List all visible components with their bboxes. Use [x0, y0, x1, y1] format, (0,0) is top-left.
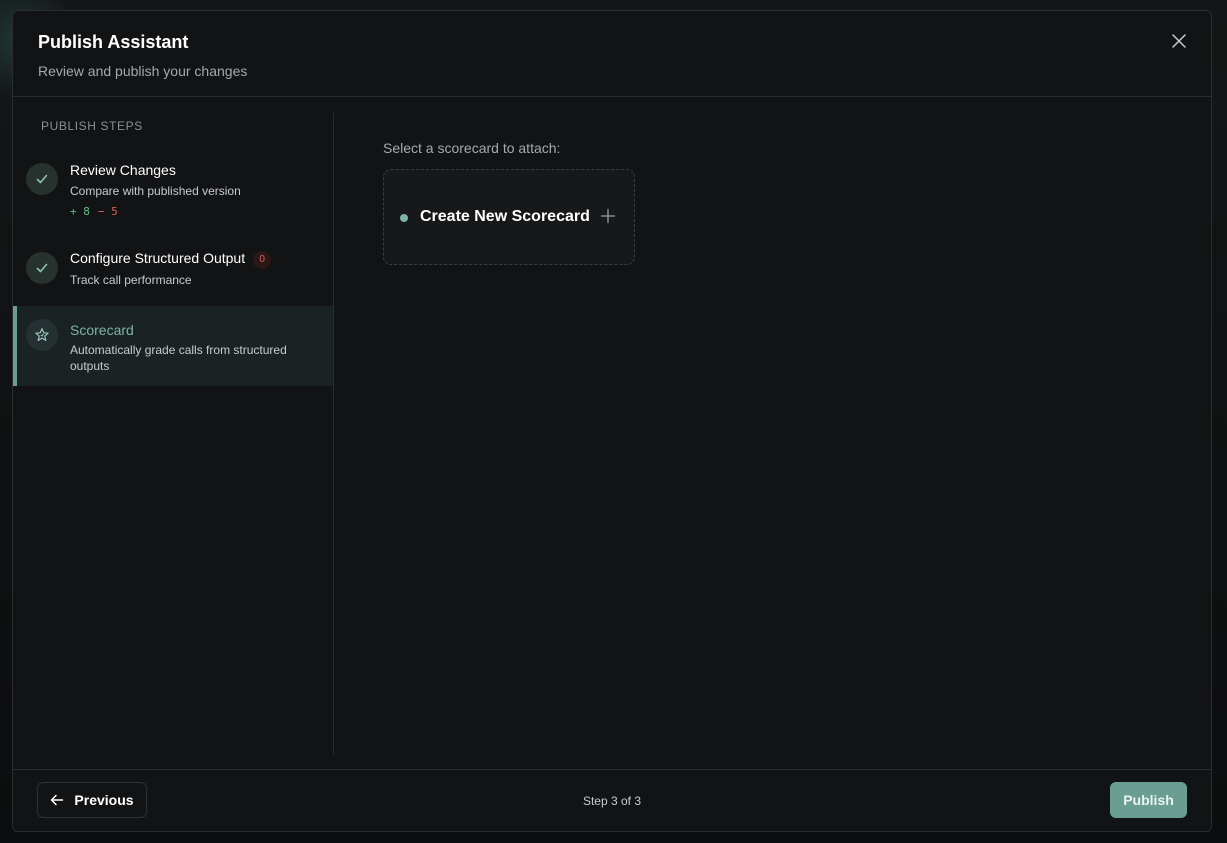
steps-heading: PUBLISH STEPS [41, 119, 143, 133]
step-description: Automatically grade calls from structure… [70, 343, 287, 373]
step-title: Review Changes [70, 162, 176, 178]
close-button[interactable] [1169, 31, 1189, 51]
step-title-text: Configure Structured Output [70, 250, 246, 266]
step-scorecard[interactable]: Scorecard Automatically grade calls from… [13, 306, 334, 386]
modal-subtitle: Review and publish your changes [38, 63, 248, 79]
step-complete-indicator [26, 252, 58, 284]
step-title: Scorecard [70, 322, 134, 338]
publish-button[interactable]: Publish [1110, 782, 1187, 818]
step-description: Compare with published version [70, 184, 241, 198]
step-active-indicator [26, 319, 58, 351]
step-description: Track call performance [70, 273, 192, 287]
star-icon [35, 328, 49, 341]
error-count-badge: 0 [253, 251, 272, 269]
additions-count: + 8 [70, 205, 90, 218]
modal-header: Publish Assistant Review and publish you… [13, 11, 1211, 97]
step-title: Configure Structured Output 0 [70, 250, 272, 269]
diff-summary: + 8 − 5 [70, 205, 118, 218]
step-review-changes[interactable]: Review Changes Compare with published ve… [13, 162, 334, 233]
create-scorecard-label: Create New Scorecard [420, 208, 590, 225]
close-icon [1172, 34, 1186, 48]
modal-footer: Previous Step 3 of 3 Publish [13, 769, 1211, 831]
modal-title: Publish Assistant [38, 32, 189, 52]
status-dot [400, 214, 408, 222]
select-scorecard-label: Select a scorecard to attach: [383, 140, 561, 156]
removals-count: − 5 [97, 205, 118, 218]
plus-icon [600, 208, 616, 224]
publish-assistant-dialog: Publish Assistant Review and publish you… [12, 10, 1212, 832]
scorecard-panel: Select a scorecard to attach: Create New… [334, 97, 1211, 769]
create-new-scorecard-card[interactable]: Create New Scorecard [383, 169, 635, 265]
step-counter: Step 3 of 3 [582, 794, 642, 808]
step-complete-indicator [26, 163, 58, 195]
step-configure-structured-output[interactable]: Configure Structured Output 0 Track call … [13, 250, 334, 302]
check-icon [36, 174, 48, 184]
check-icon [36, 263, 48, 273]
steps-sidebar: PUBLISH STEPS Review Changes Compare wit… [13, 97, 334, 769]
